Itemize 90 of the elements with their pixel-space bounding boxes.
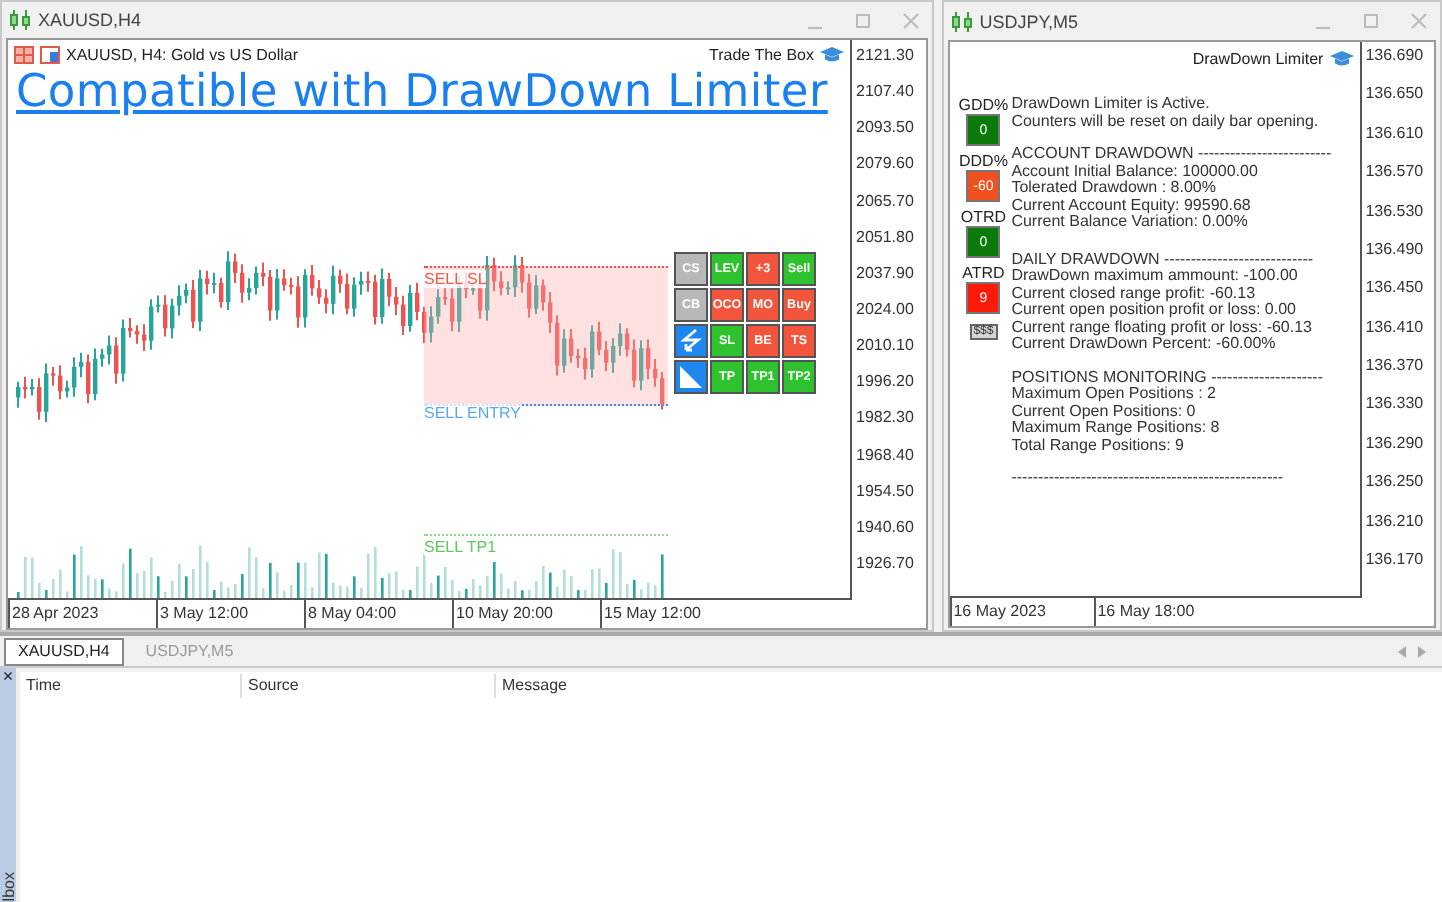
price-label: 136.690 bbox=[1363, 46, 1424, 66]
triangle-button[interactable] bbox=[674, 360, 708, 394]
maximize-icon[interactable] bbox=[1362, 12, 1380, 30]
price-label: 2024.00 bbox=[854, 299, 914, 320]
stat-line: Current DrawDown Percent: -60.00% bbox=[1011, 336, 1278, 353]
window-title: USDJPY,M5 bbox=[979, 11, 1079, 31]
brand-label: DrawDown Limiter bbox=[1192, 50, 1324, 68]
price-label: 2037.90 bbox=[854, 263, 914, 284]
price-label: 2107.40 bbox=[854, 82, 914, 103]
column-header[interactable]: Time bbox=[20, 674, 242, 698]
window-title: XAUUSD,H4 bbox=[38, 10, 142, 30]
chart-tab[interactable]: XAUUSD,H4 bbox=[4, 637, 124, 665]
price-label: 136.490 bbox=[1363, 239, 1424, 260]
price-label: 1968.40 bbox=[854, 445, 914, 466]
section-heading: POSITIONS MONITORING --------------------- bbox=[1011, 369, 1326, 386]
trade-line-label: SELL ENTRY bbox=[424, 404, 521, 422]
symbol-info: XAUUSD, H4: Gold vs US Dollar bbox=[66, 46, 299, 64]
trade-line-label: SELL TP1 bbox=[424, 538, 497, 556]
time-label: 16 May 18:00 bbox=[1093, 598, 1238, 626]
column-header[interactable]: Source bbox=[242, 674, 496, 698]
grid-icon[interactable] bbox=[14, 46, 34, 64]
zigzag-button[interactable] bbox=[674, 324, 708, 358]
price-label: 136.530 bbox=[1363, 201, 1424, 221]
price-label: 136.370 bbox=[1363, 356, 1424, 376]
indicator-label: ATRD bbox=[962, 264, 1005, 282]
close-button[interactable]: × bbox=[2, 668, 14, 686]
price-label: 136.170 bbox=[1363, 549, 1424, 570]
close-icon[interactable] bbox=[901, 11, 920, 29]
time-label: 15 May 12:00 bbox=[600, 600, 748, 628]
indicator-label: DDD% bbox=[958, 152, 1008, 170]
stat-line: Current closed range profit: -60.13 bbox=[1011, 285, 1258, 302]
indicator-label: OTRD bbox=[960, 208, 1007, 226]
price-label: 1926.70 bbox=[854, 553, 914, 574]
toolbox-label: lbox bbox=[0, 872, 17, 902]
stat-line: Current open position profit or loss: 0.00 bbox=[1011, 302, 1299, 319]
price-label: 2093.50 bbox=[854, 118, 914, 139]
price-label: 2121.30 bbox=[854, 46, 914, 66]
divider-text: --------------------------------------------------- bbox=[1011, 470, 1286, 487]
price-label: 136.250 bbox=[1363, 472, 1424, 493]
time-label: 3 May 12:00 bbox=[156, 600, 304, 628]
price-label: 136.650 bbox=[1363, 84, 1424, 105]
stat-line: Total Range Positions: 9 bbox=[1011, 437, 1186, 454]
time-label: 8 May 04:00 bbox=[304, 600, 452, 628]
stat-line: Current Balance Variation: 0.00% bbox=[1011, 214, 1250, 231]
trade-line-label: SELL SL bbox=[424, 270, 487, 288]
candles-icon bbox=[951, 11, 974, 31]
maximize-icon[interactable] bbox=[853, 11, 872, 29]
price-label: 1996.20 bbox=[854, 372, 914, 393]
price-label: 1954.50 bbox=[854, 481, 914, 502]
status-message: Counters will be reset on daily bar opening. bbox=[1011, 113, 1321, 130]
chart-tab[interactable]: USDJPY,M5 bbox=[131, 637, 248, 665]
price-label: 136.330 bbox=[1363, 394, 1424, 415]
price-label: 1940.60 bbox=[854, 517, 914, 538]
candles-icon bbox=[10, 10, 32, 30]
price-label: 2010.10 bbox=[854, 336, 914, 357]
price-label: 1982.30 bbox=[854, 408, 914, 429]
stat-line: DrawDown maximum ammount: -100.00 bbox=[1011, 268, 1300, 285]
graduation-cap-icon bbox=[1329, 50, 1354, 68]
stat-line: Maximum Open Positions : 2 bbox=[1011, 386, 1218, 403]
stat-line: Account Initial Balance: 100000.00 bbox=[1011, 163, 1260, 180]
stat-line: Current Account Equity: 99590.68 bbox=[1011, 197, 1253, 214]
stat-line: Current range floating profit or loss: -60.13 bbox=[1011, 319, 1315, 336]
price-label: 136.570 bbox=[1363, 162, 1424, 183]
time-label: 28 Apr 2023 bbox=[8, 600, 156, 628]
scroll-right-icon[interactable] bbox=[1416, 645, 1426, 657]
stat-line: Current Open Positions: 0 bbox=[1011, 403, 1198, 420]
brand-label: Trade The Box bbox=[709, 46, 814, 64]
close-icon[interactable] bbox=[1410, 12, 1428, 30]
graduation-cap-icon bbox=[820, 46, 844, 64]
section-heading: DAILY DRAWDOWN ---------------------------- bbox=[1011, 251, 1316, 268]
time-label: 16 May 2023 bbox=[949, 598, 1094, 626]
price-label: 136.450 bbox=[1363, 278, 1424, 299]
chart-properties-icon[interactable] bbox=[40, 46, 60, 64]
indicator-label: GDD% bbox=[958, 96, 1009, 114]
take-profit-line[interactable] bbox=[424, 534, 668, 536]
status-message: DrawDown Limiter is Active. bbox=[1011, 96, 1212, 113]
price-label: 2079.60 bbox=[854, 154, 914, 175]
stat-line: Maximum Range Positions: 8 bbox=[1011, 420, 1222, 437]
price-label: 136.290 bbox=[1363, 433, 1424, 454]
price-label: 136.610 bbox=[1363, 123, 1424, 144]
time-label: 10 May 20:00 bbox=[452, 600, 600, 628]
banner-link[interactable]: Compatible with DrawDown Limiter bbox=[16, 66, 828, 118]
price-label: 136.410 bbox=[1363, 317, 1424, 338]
stat-line: Tolerated Drawdown : 8.00% bbox=[1011, 180, 1218, 197]
section-heading: ACCOUNT DRAWDOWN ------------------------- bbox=[1011, 146, 1332, 163]
price-label: 136.210 bbox=[1363, 511, 1424, 531]
price-label: 2065.70 bbox=[854, 191, 914, 212]
column-header[interactable]: Message bbox=[496, 674, 902, 698]
price-label: 2051.80 bbox=[854, 227, 914, 248]
scroll-left-icon[interactable] bbox=[1398, 645, 1408, 657]
